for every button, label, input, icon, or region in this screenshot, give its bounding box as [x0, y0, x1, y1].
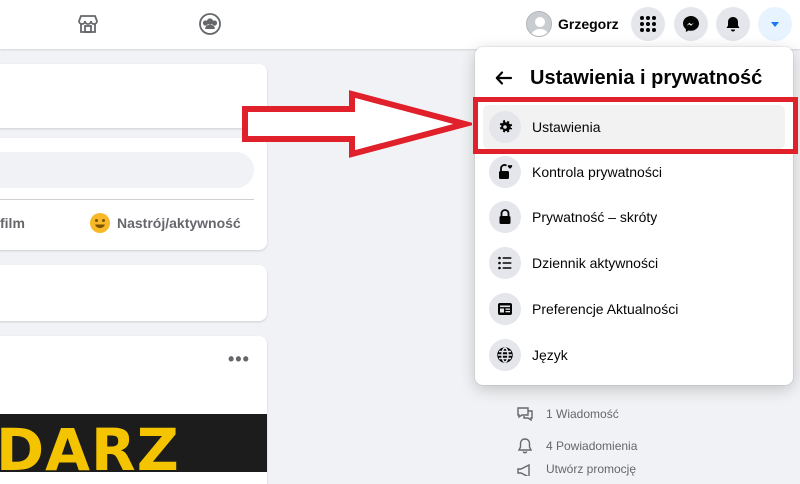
menu-item-language[interactable]: Język: [483, 333, 785, 377]
lock-heart-icon: [489, 156, 521, 188]
composer-mood-label: Nastrój/aktywność: [117, 215, 241, 231]
menu-grid-icon: [640, 16, 656, 32]
lock-icon: [489, 201, 521, 233]
menu-item-language-label: Język: [532, 347, 568, 363]
profile-chip[interactable]: Grzegorz: [526, 10, 619, 38]
menu-item-privacy-checkup[interactable]: Kontrola prywatności: [483, 150, 785, 194]
menu-item-activity-log[interactable]: Dziennik aktywności: [483, 241, 785, 285]
menu-item-privacy-shortcuts-label: Prywatność – skróty: [532, 209, 658, 225]
composer-mood-action[interactable]: Nastrój/aktywność: [89, 212, 241, 234]
bell-icon: [517, 438, 533, 454]
annotation-arrow: [240, 88, 472, 160]
menu-item-news-feed-preferences[interactable]: Preferencje Aktualności: [483, 287, 785, 331]
stories-card: [0, 64, 267, 128]
menu-item-privacy-shortcuts[interactable]: Prywatność – skróty: [483, 195, 785, 239]
account-menu-button[interactable]: [758, 7, 792, 41]
composer-input[interactable]: [0, 152, 254, 188]
menu-item-activity-log-label: Dziennik aktywności: [532, 255, 659, 271]
messenger-button[interactable]: [674, 7, 708, 41]
marketplace-icon[interactable]: [76, 12, 100, 36]
menu-item-news-feed-preferences-label: Preferencje Aktualności: [532, 301, 679, 317]
notifications-link[interactable]: 4 Powiadomienia: [516, 430, 637, 462]
back-arrow-icon[interactable]: [493, 67, 515, 89]
list-icon: [489, 247, 521, 279]
create-promotion-link[interactable]: Utwórz promocję: [516, 462, 637, 476]
groups-icon[interactable]: [198, 12, 222, 36]
post-image-text: DARZ: [0, 416, 180, 472]
rooms-card: [0, 265, 267, 321]
shortcut-links: 1 Wiadomość 4 Powiadomienia Utwórz promo…: [516, 398, 637, 476]
avatar: [526, 11, 552, 37]
account-caret-icon: [771, 22, 779, 27]
notifications-button[interactable]: [716, 7, 750, 41]
post-more-options-button[interactable]: •••: [228, 350, 250, 368]
notifications-link-label: 4 Powiadomienia: [546, 439, 638, 453]
menu-title: Ustawienia i prywatność: [530, 66, 763, 89]
composer-divider: [0, 199, 254, 200]
profile-name: Grzegorz: [558, 16, 619, 32]
composer-film-action[interactable]: film: [0, 215, 25, 231]
menu-grid-button[interactable]: [631, 7, 665, 41]
top-navigation-bar: Grzegorz: [0, 0, 800, 49]
news-feed-icon: [489, 293, 521, 325]
megaphone-icon: [517, 463, 530, 476]
smiley-icon: [90, 213, 110, 233]
message-icon: [517, 407, 533, 422]
menu-item-privacy-checkup-label: Kontrola prywatności: [532, 164, 662, 180]
create-promotion-link-label: Utwórz promocję: [546, 462, 637, 476]
messages-link-label: 1 Wiadomość: [546, 407, 619, 421]
globe-icon: [489, 339, 521, 371]
annotation-highlight-box: [473, 97, 798, 154]
notifications-icon: [726, 17, 740, 32]
messages-link[interactable]: 1 Wiadomość: [516, 398, 637, 430]
menu-header: Ustawienia i prywatność: [493, 63, 762, 93]
post-image[interactable]: DARZ: [0, 414, 267, 472]
messenger-icon: [683, 16, 699, 32]
